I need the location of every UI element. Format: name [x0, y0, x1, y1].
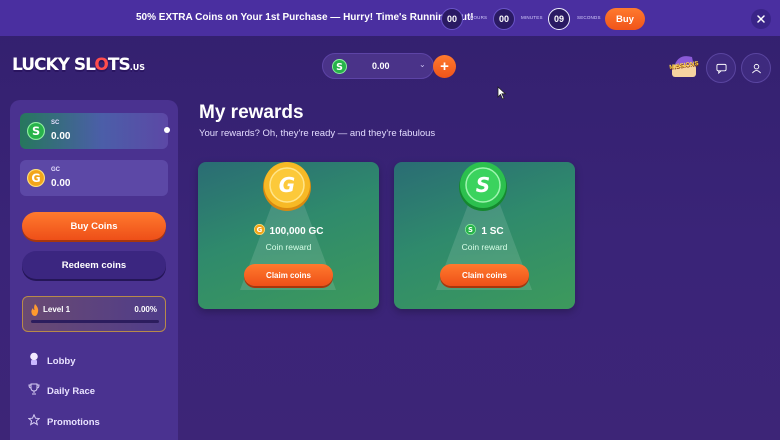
reward-amount: G 100,000 GC	[198, 224, 379, 238]
close-icon[interactable]	[751, 9, 771, 29]
reward-card-sc: S S 1 SC Coin reward Claim coins	[394, 162, 575, 309]
level-card[interactable]: Level 1 0.00%	[22, 296, 166, 332]
sidebar-item-label: Daily Race	[47, 385, 96, 397]
reward-amount-text: 100,000 GC	[269, 225, 324, 237]
site-logo[interactable]: LUCKY SLOTS.US	[12, 55, 145, 79]
svg-text:S: S	[476, 173, 490, 197]
level-name: Level 1	[43, 305, 71, 314]
missions-icon[interactable]: MISSIONS	[668, 51, 700, 83]
user-icon[interactable]	[741, 53, 771, 83]
timer-hours: 00	[441, 8, 463, 30]
gc-coin-icon: G	[253, 224, 265, 238]
sidebar-item-lobby[interactable]: Lobby	[28, 352, 76, 370]
timer-hours-label: HOURS	[470, 15, 488, 20]
buy-coins-button[interactable]: Buy Coins	[22, 212, 166, 240]
redeem-coins-button[interactable]: Redeem coins	[22, 251, 166, 279]
claim-coins-button[interactable]: Claim coins	[244, 264, 333, 286]
reward-card-gc: G G 100,000 GC Coin reward Claim coins	[198, 162, 379, 309]
wallet-label: GC	[51, 167, 60, 173]
wallet-label: SC	[51, 120, 60, 126]
svg-text:G: G	[279, 173, 295, 197]
svg-text:G: G	[31, 172, 40, 185]
page-subtitle: Your rewards? Oh, they're ready — and th…	[199, 128, 436, 139]
sidebar-item-daily-race[interactable]: Daily Race	[28, 382, 95, 400]
wallet-gc[interactable]: G GC 0.00	[20, 160, 168, 196]
timer-seconds-label: SECONDS	[577, 15, 601, 20]
reward-subtitle: Coin reward	[461, 242, 508, 252]
reward-amount-text: 1 SC	[481, 225, 504, 237]
svg-text:G: G	[256, 226, 262, 234]
level-progress-bar	[31, 320, 159, 323]
sidebar-item-label: Lobby	[47, 355, 76, 367]
sc-coin-icon: S	[457, 162, 509, 212]
lobby-icon	[28, 352, 40, 370]
mouse-cursor-icon	[497, 86, 507, 100]
chevron-down-icon: ⌄	[419, 60, 426, 69]
add-funds-button[interactable]: +	[433, 55, 456, 78]
sc-coin-icon: S	[465, 224, 477, 238]
svg-text:S: S	[32, 125, 40, 138]
selected-indicator	[164, 127, 170, 133]
claim-coins-button[interactable]: Claim coins	[440, 264, 529, 286]
reward-amount: S 1 SC	[394, 224, 575, 238]
level-percent: 0.00%	[134, 305, 157, 314]
sidebar-item-promotions[interactable]: Promotions	[27, 413, 100, 431]
svg-text:S: S	[468, 226, 473, 234]
sidebar-item-label: Promotions	[47, 416, 100, 428]
svg-text:S: S	[336, 62, 343, 73]
chat-icon[interactable]	[706, 53, 736, 83]
timer-minutes: 00	[493, 8, 515, 30]
sc-coin-icon: S	[332, 59, 347, 79]
gc-coin-icon: G	[27, 169, 45, 192]
balance-amount: 0.00	[372, 61, 390, 71]
gc-coin-icon: G	[261, 162, 313, 212]
promo-buy-button[interactable]: Buy	[605, 8, 645, 30]
reward-subtitle: Coin reward	[265, 242, 312, 252]
wallet-value: 0.00	[51, 178, 71, 189]
page-title: My rewards	[199, 102, 304, 123]
sidebar: S SC 0.00 G GC 0.00 Buy Coins Redeem coi…	[10, 100, 178, 440]
timer-seconds: 09	[548, 8, 570, 30]
sc-coin-icon: S	[27, 122, 45, 145]
fire-icon	[30, 303, 40, 321]
wallet-value: 0.00	[51, 131, 71, 142]
star-icon	[27, 413, 41, 431]
balance-selector[interactable]: S 0.00 ⌄	[322, 53, 434, 79]
promo-text: 50% EXTRA Coins on Your 1st Purchase — H…	[136, 12, 474, 23]
timer-minutes-label: MINUTES	[521, 15, 543, 20]
wallet-sc[interactable]: S SC 0.00	[20, 113, 170, 149]
trophy-icon	[28, 382, 40, 400]
promo-banner: 50% EXTRA Coins on Your 1st Purchase — H…	[0, 0, 780, 36]
